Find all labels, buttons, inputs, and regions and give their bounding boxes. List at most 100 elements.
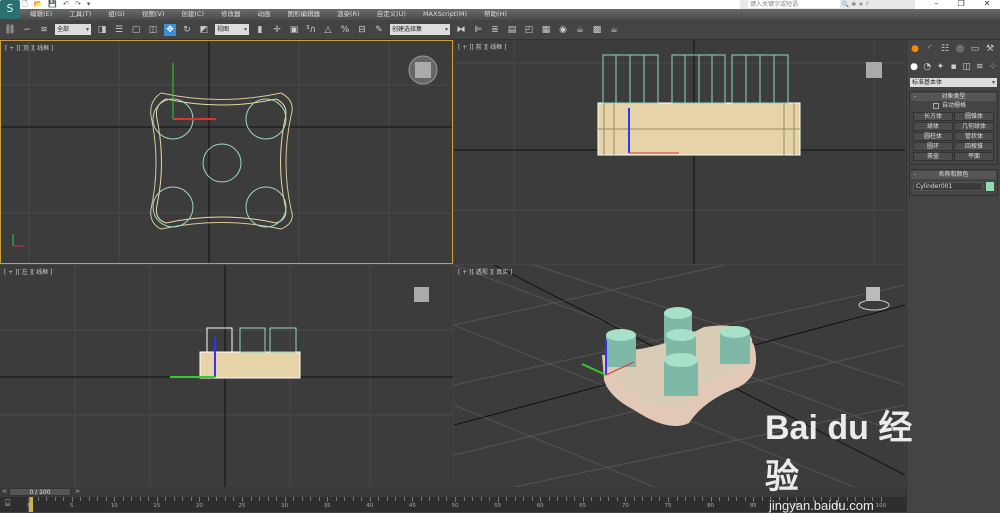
schematic-view-icon[interactable]: ▦ <box>540 24 552 36</box>
pyramid-button[interactable]: 四棱锥 <box>954 142 994 151</box>
select-by-name-icon[interactable]: ☰ <box>113 24 125 36</box>
menu-create[interactable]: 创建(C) <box>181 9 204 20</box>
name-color-header[interactable]: - 名称和颜色 <box>911 171 996 179</box>
selection-filter-dropdown[interactable]: 全部 <box>55 24 91 35</box>
prev-frame-icon[interactable]: < <box>2 488 7 495</box>
plane-button[interactable]: 平面 <box>954 152 994 161</box>
mini-curve-editor-icon[interactable]: ⌸ <box>5 499 19 509</box>
save-icon[interactable]: 💾 <box>48 0 57 9</box>
motion-tab-icon[interactable]: ◎ <box>954 43 966 55</box>
next-frame-icon[interactable]: > <box>75 488 80 495</box>
menu-views[interactable]: 视图(V) <box>142 9 165 20</box>
menu-rendering[interactable]: 渲染(R) <box>337 9 360 20</box>
move-icon[interactable]: ✥ <box>164 23 176 36</box>
box-button[interactable]: 长方体 <box>913 112 953 121</box>
menu-customize[interactable]: 自定义(U) <box>377 9 406 20</box>
percent-snap-icon[interactable]: % <box>339 24 351 36</box>
customize-dropdown-icon[interactable]: ▾ <box>87 0 91 9</box>
hierarchy-tab-icon[interactable]: ☷ <box>939 43 951 55</box>
curve-editor-icon[interactable]: ◰ <box>523 24 535 36</box>
restore-button[interactable]: ❐ <box>958 0 965 9</box>
menu-maxscript[interactable]: MAXScript(M) <box>423 9 467 20</box>
rect-selection-icon[interactable]: ▢ <box>130 24 142 36</box>
keyboard-shortcut-icon[interactable]: ▣ <box>288 24 300 36</box>
tube-button[interactable]: 管状体 <box>954 132 994 141</box>
sphere-button[interactable]: 球体 <box>913 122 953 131</box>
menu-group[interactable]: 组(G) <box>108 9 125 20</box>
time-slider-thumb[interactable]: 0 / 100 <box>9 488 71 496</box>
pivot-center-icon[interactable]: ▮ <box>254 24 266 36</box>
new-file-icon[interactable]: 🗋 <box>22 0 28 9</box>
geometry-icon[interactable]: ● <box>909 61 919 73</box>
display-tab-icon[interactable]: ▭ <box>969 43 981 55</box>
menu-tools[interactable]: 工具(T) <box>69 9 91 20</box>
window-crossing-icon[interactable]: ◫ <box>147 24 159 36</box>
edit-named-sets-icon[interactable]: ✎ <box>373 24 385 36</box>
render-production-icon[interactable]: ☕ <box>608 24 620 36</box>
viewport-left[interactable]: [ + ][ 左 ][ 线框 ] <box>0 265 453 487</box>
viewcube-icon[interactable] <box>866 287 880 301</box>
torus-button[interactable]: 圆环 <box>913 142 953 151</box>
geometry-category-dropdown[interactable]: 标准基本体 <box>910 78 997 87</box>
cylinder-button[interactable]: 圆柱体 <box>913 132 953 141</box>
autogrid-checkbox[interactable]: 自动栅格 <box>911 101 996 110</box>
minimize-button[interactable]: – <box>935 0 939 9</box>
cone-button[interactable]: 圆锥体 <box>954 112 994 121</box>
spinner-snap-icon[interactable]: ⊟ <box>356 24 368 36</box>
redo-icon[interactable]: ↷ <box>75 0 81 9</box>
object-name-input[interactable]: Cylinder001 <box>913 182 983 191</box>
shapes-icon[interactable]: ◔ <box>922 61 932 73</box>
viewport-label-left[interactable]: [ + ][ 左 ][ 线框 ] <box>4 267 53 276</box>
named-selection-dropdown[interactable]: 创建选择集 <box>390 24 450 35</box>
utilities-tab-icon[interactable]: ⚒ <box>984 43 996 55</box>
viewcube-icon[interactable] <box>414 287 429 302</box>
systems-icon[interactable]: ⁘ <box>988 61 998 73</box>
menu-graph-editors[interactable]: 图形编辑器 <box>288 9 321 20</box>
search-tools-icons[interactable]: 🔍 ✱ ★ ? <box>842 1 869 8</box>
viewcube-icon[interactable] <box>866 62 882 78</box>
teapot-button[interactable]: 茶壶 <box>913 152 953 161</box>
menu-modifiers[interactable]: 修改器 <box>221 9 241 20</box>
lights-icon[interactable]: ✦ <box>935 61 945 73</box>
render-setup-icon[interactable]: ☕ <box>574 24 586 36</box>
link-icon[interactable]: ⛓ <box>4 24 16 36</box>
search-input[interactable]: 键入关键字或短语 <box>748 0 840 8</box>
reference-coord-dropdown[interactable]: 视图 <box>215 24 249 35</box>
object-color-swatch[interactable] <box>986 182 994 191</box>
timeline-ruler[interactable]: 0 5 10 15 20 25 30 35 40 45 50 55 60 65 70 75 80 85 90 95 10… <box>27 497 886 512</box>
viewport-label-front[interactable]: [ + ][ 前 ][ 线框 ] <box>458 42 507 51</box>
scale-icon[interactable]: ◩ <box>198 24 210 36</box>
object-type-header[interactable]: - 对象类型 <box>911 93 996 101</box>
rendered-frame-window-icon[interactable]: ▩ <box>591 24 603 36</box>
menu-help[interactable]: 帮助(H) <box>484 9 507 20</box>
rotate-icon[interactable]: ↻ <box>181 24 193 36</box>
close-button[interactable]: ✕ <box>984 0 991 9</box>
cameras-icon[interactable]: ▪ <box>948 61 958 73</box>
modify-tab-icon[interactable]: ◜ <box>924 43 936 55</box>
select-manipulate-icon[interactable]: ✛ <box>271 24 283 36</box>
unlink-icon[interactable]: ∽ <box>21 24 33 36</box>
space-warps-icon[interactable]: ≋ <box>975 61 985 73</box>
timeline-tick <box>497 497 499 502</box>
align-icon[interactable]: ⊫ <box>472 24 484 36</box>
select-object-icon[interactable]: ◨ <box>96 24 108 36</box>
undo-icon[interactable]: ↶ <box>63 0 69 9</box>
scene-explorer-icon[interactable]: ▤ <box>506 24 518 36</box>
snap-3d-icon[interactable]: ³∩ <box>305 24 317 36</box>
viewport-top[interactable]: [ + ][ 顶 ][ 线框 ] <box>0 40 453 264</box>
bind-space-warp-icon[interactable]: ≋ <box>38 24 50 36</box>
viewport-label-top[interactable]: [ + ][ 顶 ][ 线框 ] <box>5 43 54 52</box>
geosphere-button[interactable]: 几何球体 <box>954 122 994 131</box>
viewport-front[interactable]: [ + ][ 前 ][ 线框 ] <box>454 40 905 264</box>
material-editor-icon[interactable]: ◉ <box>557 24 569 36</box>
mirror-icon[interactable]: ⧓ <box>455 24 467 36</box>
create-tab-icon[interactable]: ● <box>909 43 921 55</box>
app-logo-button[interactable]: S <box>0 0 20 19</box>
angle-snap-icon[interactable]: △ <box>322 24 334 36</box>
layer-manager-icon[interactable]: ≣ <box>489 24 501 36</box>
menu-animation[interactable]: 动画 <box>258 9 271 20</box>
viewport-label-perspective[interactable]: [ + ][ 透视 ][ 真实 ] <box>458 267 513 276</box>
menu-edit[interactable]: 编辑(E) <box>30 9 52 20</box>
open-file-icon[interactable]: 📂 <box>34 0 43 9</box>
helpers-icon[interactable]: ◫ <box>962 61 972 73</box>
